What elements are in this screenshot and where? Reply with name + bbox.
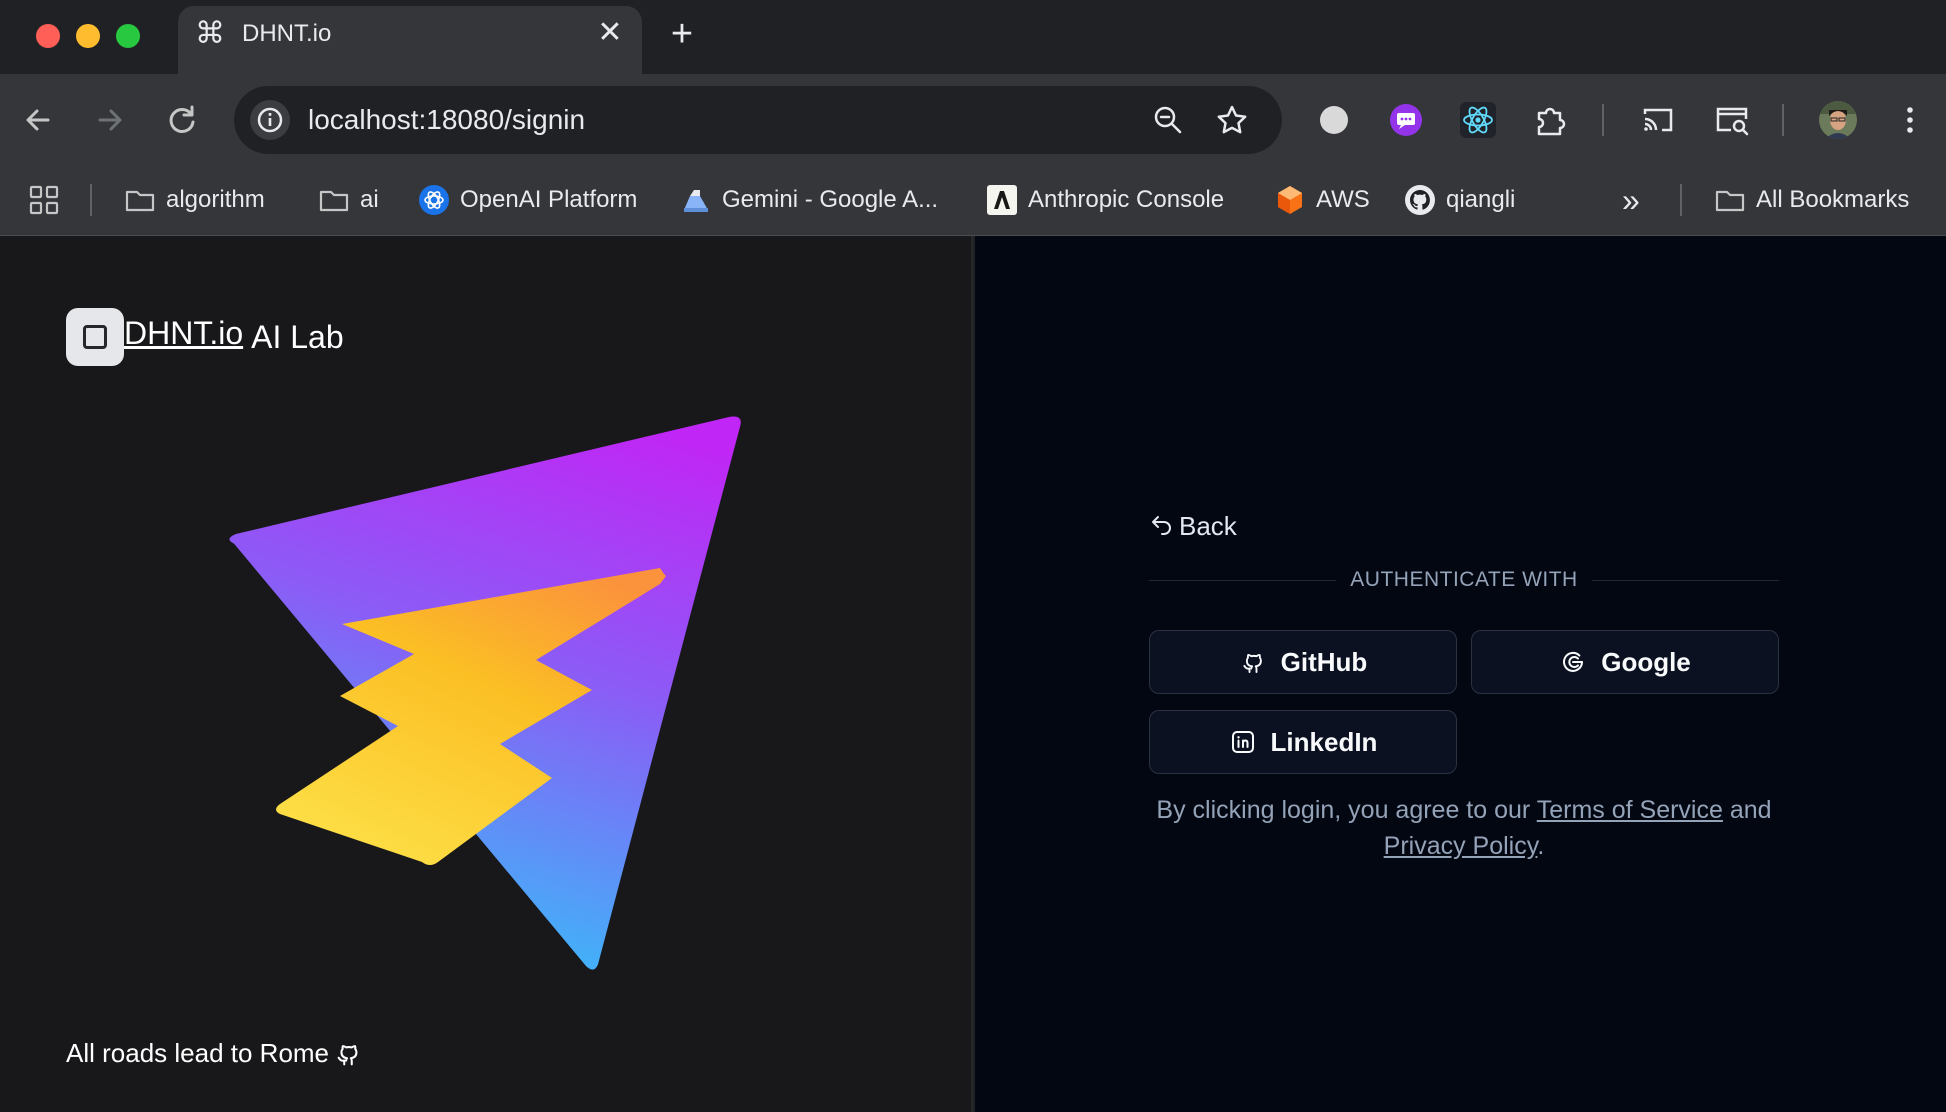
address-bar[interactable]: localhost:18080/signin bbox=[234, 86, 1282, 154]
github-label: GitHub bbox=[1280, 646, 1368, 677]
bookmarks-bar: algorithm ai OpenAI Platform Gemini - Go… bbox=[0, 166, 1946, 236]
legal-middle: and bbox=[1722, 796, 1772, 824]
back-label: Back bbox=[1179, 510, 1237, 541]
openai-icon bbox=[419, 185, 449, 215]
brand-subtitle: AI Lab bbox=[251, 318, 344, 355]
tab-close-button[interactable]: ✕ bbox=[596, 18, 624, 48]
forward-nav-icon[interactable] bbox=[90, 100, 130, 140]
brand-panel: DHNT.io AI Lab All roads lead to Rome bbox=[0, 236, 973, 1112]
google-label: Google bbox=[1601, 646, 1691, 677]
provider-buttons: GitHub Google LinkedIn bbox=[1149, 630, 1779, 774]
command-icon: ⌘ bbox=[195, 17, 225, 50]
legal-suffix: . bbox=[1537, 832, 1545, 860]
bookmark-label: Anthropic Console bbox=[1028, 186, 1225, 213]
bookmark-label: ai bbox=[360, 186, 379, 213]
terms-link[interactable]: Terms of Service bbox=[1537, 796, 1723, 824]
bookmarks-separator bbox=[90, 184, 92, 216]
back-nav-icon[interactable] bbox=[18, 100, 58, 140]
bookmarks-overflow-button[interactable]: » bbox=[1622, 180, 1640, 220]
bookmark-gemini[interactable]: Gemini - Google A... bbox=[680, 180, 938, 220]
bookmark-aws[interactable]: AWS bbox=[1274, 180, 1370, 220]
more-menu-icon[interactable] bbox=[1890, 100, 1930, 140]
close-window-button[interactable] bbox=[36, 24, 60, 48]
minimize-window-button[interactable] bbox=[76, 24, 100, 48]
bookmark-anthropic-console[interactable]: Anthropic Console bbox=[986, 180, 1224, 220]
tab-strip: ⌘ DHNT.io ✕ + bbox=[0, 0, 1946, 74]
extension-circle-icon[interactable] bbox=[1314, 100, 1354, 140]
google-icon bbox=[1563, 651, 1584, 672]
tagline-text: All roads lead to Rome bbox=[66, 1038, 330, 1068]
divider-line bbox=[1591, 579, 1779, 581]
brand-header: DHNT.io AI Lab bbox=[66, 308, 344, 366]
bookmark-star-icon[interactable] bbox=[1212, 100, 1252, 140]
bookmark-label: OpenAI Platform bbox=[460, 186, 638, 213]
reload-icon[interactable] bbox=[162, 100, 202, 140]
footer-tagline: All roads lead to Rome bbox=[66, 1038, 363, 1069]
url-text[interactable]: localhost:18080/signin bbox=[308, 104, 585, 136]
bookmark-label: qiangli bbox=[1446, 186, 1516, 213]
all-bookmarks-label: All Bookmarks bbox=[1756, 186, 1910, 213]
github-icon bbox=[1405, 185, 1435, 215]
auth-divider: AUTHENTICATE WITH bbox=[1149, 568, 1779, 592]
aws-icon bbox=[1278, 186, 1302, 214]
anthropic-icon bbox=[987, 185, 1017, 215]
profile-avatar[interactable] bbox=[1818, 100, 1858, 140]
tab-search-icon[interactable] bbox=[1712, 100, 1752, 140]
lightning-logo-icon bbox=[229, 416, 741, 970]
bookmark-openai-platform[interactable]: OpenAI Platform bbox=[418, 180, 637, 220]
bookmarks-separator bbox=[1680, 184, 1682, 216]
gemini-icon bbox=[684, 190, 708, 212]
auth-panel: Back AUTHENTICATE WITH GitHub Google Lin… bbox=[975, 236, 1946, 1112]
extension-chat-icon[interactable] bbox=[1386, 100, 1426, 140]
react-devtools-icon[interactable] bbox=[1458, 100, 1498, 140]
bookmark-ai[interactable]: ai bbox=[318, 180, 379, 220]
folder-icon bbox=[125, 190, 155, 212]
legal-prefix: By clicking login, you agree to our bbox=[1156, 796, 1537, 824]
bookmark-qiangli[interactable]: qiangli bbox=[1404, 180, 1515, 220]
brand-home-link[interactable]: DHNT.io bbox=[124, 315, 243, 352]
overflow-chevron-icon: » bbox=[1622, 181, 1640, 218]
toolbar-separator bbox=[1782, 104, 1784, 136]
new-tab-button[interactable]: + bbox=[666, 14, 698, 54]
divider-line bbox=[1149, 579, 1337, 581]
cast-icon[interactable] bbox=[1638, 100, 1678, 140]
github-icon[interactable] bbox=[333, 1039, 363, 1069]
back-link[interactable]: Back bbox=[1149, 506, 1779, 546]
apps-grid-icon[interactable] bbox=[28, 180, 60, 220]
bookmark-label: Gemini - Google A... bbox=[722, 186, 939, 213]
bookmark-label: AWS bbox=[1316, 186, 1370, 213]
bookmark-label: algorithm bbox=[166, 186, 265, 213]
github-login-button[interactable]: GitHub bbox=[1149, 630, 1457, 694]
tab-title[interactable]: DHNT.io bbox=[242, 20, 331, 48]
toolbar-separator bbox=[1602, 104, 1604, 136]
linkedin-label: LinkedIn bbox=[1270, 726, 1378, 757]
signin-page: DHNT.io AI Lab All roads lead to Rome Ba… bbox=[0, 236, 1946, 1112]
linkedin-login-button[interactable]: LinkedIn bbox=[1149, 710, 1457, 774]
browser-toolbar: localhost:18080/signin bbox=[0, 74, 1946, 166]
all-bookmarks-button[interactable]: All Bookmarks bbox=[1714, 180, 1909, 220]
github-icon bbox=[1243, 654, 1262, 673]
google-login-button[interactable]: Google bbox=[1471, 630, 1779, 694]
maximize-window-button[interactable] bbox=[116, 24, 140, 48]
brand-square-icon bbox=[66, 308, 124, 366]
undo-arrow-icon bbox=[1152, 516, 1171, 535]
site-info-icon[interactable] bbox=[250, 100, 290, 140]
linkedin-icon bbox=[1231, 731, 1254, 753]
extensions-puzzle-icon[interactable] bbox=[1530, 100, 1570, 140]
divider-label: AUTHENTICATE WITH bbox=[1350, 568, 1578, 591]
folder-icon bbox=[319, 190, 349, 212]
legal-notice: By clicking login, you agree to our Term… bbox=[1149, 792, 1779, 864]
folder-icon bbox=[1715, 190, 1745, 212]
bookmark-algorithm[interactable]: algorithm bbox=[124, 180, 265, 220]
auth-form: Back AUTHENTICATE WITH GitHub Google Lin… bbox=[1149, 506, 1779, 864]
zoom-icon[interactable] bbox=[1148, 100, 1188, 140]
privacy-link[interactable]: Privacy Policy bbox=[1384, 832, 1538, 860]
